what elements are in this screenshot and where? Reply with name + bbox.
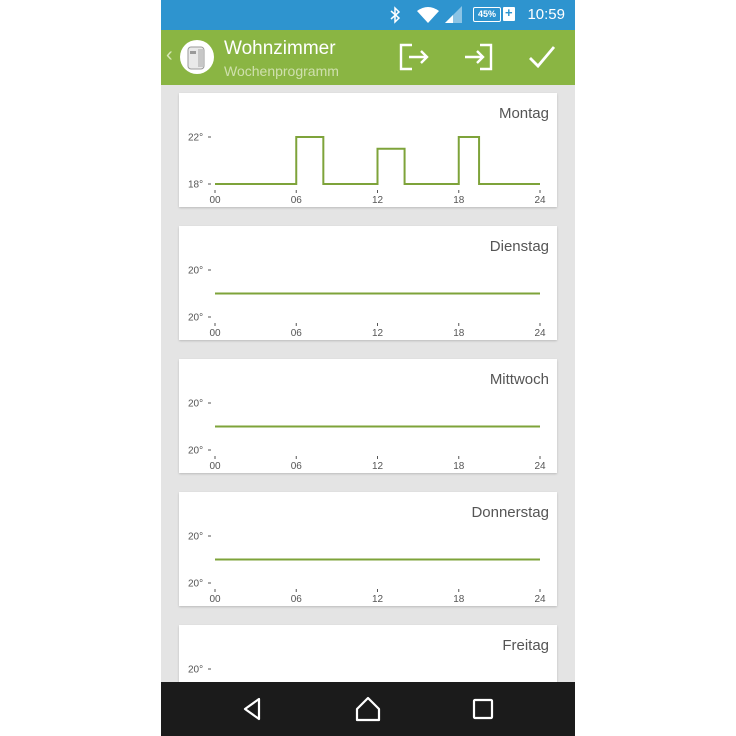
- x-tick-label: 18: [453, 328, 465, 339]
- check-icon[interactable]: [525, 40, 559, 74]
- bluetooth-icon: [390, 6, 401, 24]
- phone-screen: 45% 10:59 ‹ Wohnzimmer Wochenprogramm Mo…: [161, 0, 575, 736]
- day-card[interactable]: Dienstag 20° 20° 00 06 12 18 24: [179, 226, 557, 340]
- thermostat-device-icon[interactable]: [179, 38, 215, 76]
- back-chevron-icon[interactable]: ‹: [166, 44, 173, 67]
- x-tick-label: 18: [453, 594, 465, 605]
- x-tick-label: 00: [209, 195, 221, 206]
- page-title: Wohnzimmer: [224, 38, 336, 59]
- schedule-chart: 20° 20° 00 06 12 18 24: [188, 266, 546, 340]
- x-tick-label: 24: [534, 328, 546, 339]
- x-tick-label: 24: [534, 195, 546, 206]
- battery-icon: 45%: [473, 7, 501, 22]
- schedule-chart: 20° 20° 00 06 12 18 24: [188, 532, 546, 606]
- x-tick-label: 18: [453, 461, 465, 472]
- navigation-bar: [161, 682, 575, 736]
- y-axis-bottom-label: 18°: [188, 180, 203, 191]
- signal-icon: [445, 6, 462, 23]
- x-tick-label: 00: [209, 328, 221, 339]
- y-axis-top-label: 20°: [188, 665, 203, 676]
- day-card[interactable]: Donnerstag 20° 20° 00 06 12 18 24: [179, 492, 557, 606]
- x-tick-label: 12: [372, 594, 384, 605]
- y-axis-bottom-label: 20°: [188, 579, 203, 590]
- x-tick-label: 12: [372, 461, 384, 472]
- page-subtitle: Wochenprogramm: [224, 63, 339, 79]
- x-tick-label: 24: [534, 594, 546, 605]
- charging-icon: [503, 5, 515, 21]
- y-axis-top-label: 20°: [188, 532, 203, 543]
- wifi-icon: [417, 7, 439, 23]
- week-schedule-list[interactable]: Montag 22° 18° 00 06 12 18 24 Dienstag 20° 20° 00 06…: [161, 85, 575, 682]
- schedule-chart: 22° 18° 00 06 12 18 24: [188, 133, 546, 207]
- y-axis-bottom-label: 20°: [188, 446, 203, 457]
- back-icon[interactable]: [239, 695, 267, 723]
- schedule-chart: 20°20°0006121824: [188, 665, 211, 676]
- temperature-curve: [215, 136, 540, 185]
- x-tick-label: 00: [209, 461, 221, 472]
- day-card[interactable]: Mittwoch 20° 20° 00 06 12 18 24: [179, 359, 557, 473]
- y-axis-bottom-label: 20°: [188, 313, 203, 324]
- day-card[interactable]: Freitag20°20°0006121824: [179, 625, 557, 682]
- x-tick-label: 06: [291, 195, 303, 206]
- home-icon[interactable]: [354, 695, 382, 723]
- x-tick-label: 06: [291, 594, 303, 605]
- x-tick-label: 00: [209, 594, 221, 605]
- status-time: 10:59: [527, 6, 565, 23]
- app-bar: ‹ Wohnzimmer Wochenprogramm: [161, 30, 575, 85]
- day-card[interactable]: Montag 22° 18° 00 06 12 18 24: [179, 93, 557, 207]
- import-icon[interactable]: [461, 40, 495, 74]
- y-axis-top-label: 20°: [188, 399, 203, 410]
- status-bar: 45% 10:59: [161, 0, 575, 30]
- x-tick-label: 12: [372, 328, 384, 339]
- y-axis-top-label: 22°: [188, 133, 203, 144]
- export-icon[interactable]: [397, 40, 431, 74]
- x-tick-label: 18: [453, 195, 465, 206]
- schedule-chart: 20° 20° 00 06 12 18 24: [188, 399, 546, 473]
- x-tick-label: 06: [291, 461, 303, 472]
- y-axis-top-label: 20°: [188, 266, 203, 277]
- x-tick-label: 24: [534, 461, 546, 472]
- x-tick-label: 06: [291, 328, 303, 339]
- recents-icon[interactable]: [469, 695, 497, 723]
- x-tick-label: 12: [372, 195, 384, 206]
